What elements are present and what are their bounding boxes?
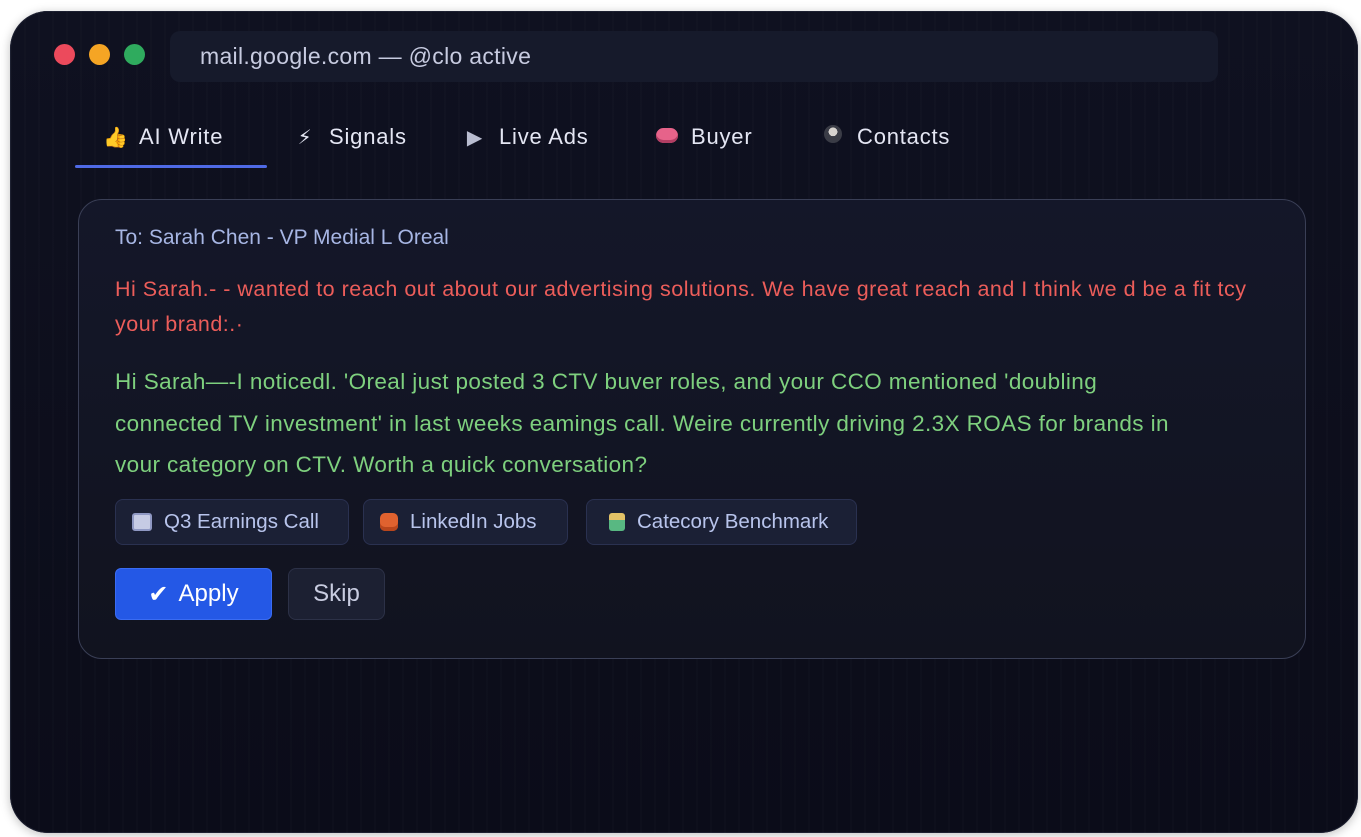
source-chip-category-benchmark[interactable]: Catecory Benchmark — [586, 499, 857, 545]
calendar-icon — [132, 513, 152, 531]
ai-write-card: To: Sarah Chen - VP Medial L Oreal Hi Sa… — [78, 199, 1306, 659]
tab-contacts[interactable]: Contacts — [821, 106, 981, 168]
skip-button-label: Skip — [313, 580, 360, 607]
play-icon: ▶ — [466, 126, 484, 149]
tab-live-ads-label: Live Ads — [499, 124, 589, 149]
apply-button-label: Apply — [178, 580, 239, 607]
minimize-window-button[interactable] — [89, 44, 110, 65]
source-chips: Q3 Earnings Call LinkedIn Jobs Catecory … — [115, 499, 857, 545]
lightning-icon: ⚡ — [297, 126, 313, 149]
check-icon: ✔ — [148, 580, 169, 608]
person-icon — [824, 125, 842, 143]
address-bar[interactable]: mail.google.com — @clo active — [170, 31, 1218, 82]
tab-signals[interactable]: ⚡ Signals — [293, 106, 443, 168]
brain-icon — [656, 127, 678, 143]
maximize-window-button[interactable] — [124, 44, 145, 65]
recipient-line: To: Sarah Chen - VP Medial L Oreal — [115, 226, 449, 249]
source-chip-label: Catecory Benchmark — [637, 510, 829, 533]
source-chip-label: Q3 Earnings Call — [164, 510, 319, 533]
tab-signals-label: Signals — [329, 124, 407, 149]
close-window-button[interactable] — [54, 44, 75, 65]
source-chip-earnings-call[interactable]: Q3 Earnings Call — [115, 499, 349, 545]
apply-button[interactable]: ✔ Apply — [115, 568, 272, 620]
address-bar-text: mail.google.com — @clo active — [200, 43, 532, 69]
thumbs-up-icon: 👍 — [103, 126, 129, 149]
original-draft-text: Hi Sarah.- - wanted to reach out about o… — [115, 277, 1247, 336]
tab-ai-write[interactable]: 👍 AI Write — [75, 106, 267, 168]
tab-bar: 👍 AI Write ⚡ Signals ▶ Live Ads Buyer Co… — [75, 106, 981, 168]
source-chip-linkedin-jobs[interactable]: LinkedIn Jobs — [363, 499, 568, 545]
tab-contacts-label: Contacts — [857, 124, 951, 149]
briefcase-icon — [380, 513, 398, 531]
source-chip-label: LinkedIn Jobs — [410, 510, 537, 533]
suggested-draft-text: Hi Sarah—-I noticedl. 'Oreal just posted… — [115, 369, 1169, 477]
skip-button[interactable]: Skip — [288, 568, 385, 620]
tab-buyer[interactable]: Buyer — [655, 106, 798, 168]
chart-icon — [609, 513, 625, 531]
action-buttons: ✔ Apply Skip — [115, 568, 385, 620]
app-window: mail.google.com — @clo active 👍 AI Write… — [10, 11, 1358, 833]
tab-ai-write-label: AI Write — [139, 124, 224, 149]
tab-buyer-label: Buyer — [691, 124, 753, 149]
window-controls — [54, 44, 145, 65]
tab-live-ads[interactable]: ▶ Live Ads — [463, 106, 633, 168]
